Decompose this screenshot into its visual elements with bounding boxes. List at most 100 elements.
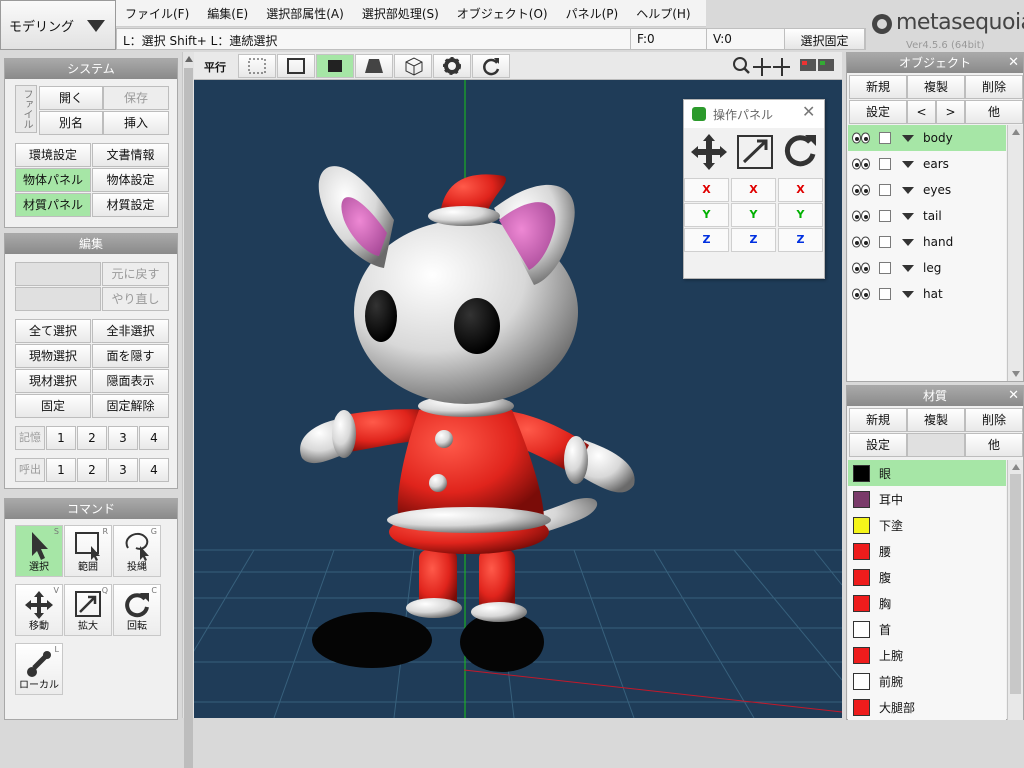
hide-face-button[interactable]: 面を隠す — [92, 344, 169, 368]
undo-button[interactable]: 元に戻す — [102, 262, 169, 286]
material-row[interactable]: 胸 — [848, 590, 1006, 616]
op-rotate-x[interactable]: X — [778, 178, 823, 202]
view-settings-button[interactable] — [433, 54, 471, 78]
open-button[interactable]: 開く — [39, 86, 103, 110]
visibility-eye-icon[interactable] — [852, 184, 870, 196]
visibility-eye-icon[interactable] — [852, 158, 870, 170]
scroll-down-icon[interactable] — [1012, 371, 1020, 377]
visibility-eye-icon[interactable] — [852, 132, 870, 144]
rotate-tool[interactable]: C 回転 — [113, 584, 161, 636]
object-row-body[interactable]: body — [848, 125, 1006, 151]
menu-help[interactable]: ヘルプ(H) — [627, 5, 699, 22]
lock-checkbox[interactable] — [879, 288, 891, 300]
visibility-eye-icon[interactable] — [852, 236, 870, 248]
op-scale-x[interactable]: X — [731, 178, 776, 202]
current-object-select-button[interactable]: 現物選択 — [15, 344, 91, 368]
recall-slot-1[interactable]: 1 — [46, 458, 76, 482]
expand-triangle-icon[interactable] — [902, 187, 914, 194]
material-row[interactable]: 首 — [848, 616, 1006, 642]
expand-triangle-icon[interactable] — [902, 239, 914, 246]
expand-triangle-icon[interactable] — [902, 291, 914, 298]
material-row[interactable]: 前腕 — [848, 668, 1006, 694]
material-row[interactable]: 腹 — [848, 564, 1006, 590]
menu-file[interactable]: ファイル(F) — [116, 5, 198, 22]
material-row[interactable]: 上腕 — [848, 642, 1006, 668]
op-move-button[interactable] — [687, 132, 732, 172]
memory-slot-1[interactable]: 1 — [46, 426, 76, 450]
visibility-eye-icon[interactable] — [852, 210, 870, 222]
mode-select-button[interactable]: モデリング — [0, 0, 116, 50]
object-row-ears[interactable]: ears — [848, 151, 1006, 177]
material-panel-close-icon[interactable]: ✕ — [1008, 388, 1019, 403]
redo-button[interactable]: やり直し — [102, 287, 169, 311]
object-row-leg[interactable]: leg — [848, 255, 1006, 281]
menu-selection-attr[interactable]: 選択部属性(A) — [257, 5, 353, 22]
lock-checkbox[interactable] — [879, 236, 891, 248]
lasso-tool[interactable]: G 投縄 — [113, 525, 161, 577]
material-delete-button[interactable]: 削除 — [965, 408, 1023, 432]
recall-slot-3[interactable]: 3 — [108, 458, 138, 482]
doc-info-button[interactable]: 文書情報 — [92, 143, 169, 167]
object-new-button[interactable]: 新規 — [849, 75, 907, 99]
visibility-eye-icon[interactable] — [852, 262, 870, 274]
recall-slot-2[interactable]: 2 — [77, 458, 107, 482]
object-other-button[interactable]: 他 — [965, 100, 1023, 124]
object-panel-toggle[interactable]: 物体パネル — [15, 168, 91, 192]
view-wire-button[interactable] — [238, 54, 276, 78]
material-list-scrollbar[interactable] — [1007, 460, 1023, 720]
menu-edit[interactable]: 編集(E) — [198, 5, 257, 22]
operation-panel-titlebar[interactable]: 操作パネル ✕ — [684, 100, 824, 128]
material-settings-button[interactable]: 材質設定 — [92, 193, 169, 217]
op-scale-button[interactable] — [733, 132, 778, 172]
object-row-tail[interactable]: tail — [848, 203, 1006, 229]
save-button[interactable]: 保存 — [103, 86, 169, 110]
object-list-scrollbar[interactable] — [1007, 125, 1023, 381]
scroll-up-icon[interactable] — [1012, 129, 1020, 135]
expand-triangle-icon[interactable] — [902, 265, 914, 272]
op-move-z[interactable]: Z — [684, 228, 729, 252]
menu-selection-process[interactable]: 選択部処理(S) — [353, 5, 448, 22]
lock-checkbox[interactable] — [879, 132, 891, 144]
lock-checkbox[interactable] — [879, 184, 891, 196]
op-move-y[interactable]: Y — [684, 203, 729, 227]
fix-button[interactable]: 固定 — [15, 394, 91, 418]
visibility-eye-icon[interactable] — [852, 288, 870, 300]
lock-checkbox[interactable] — [879, 262, 891, 274]
local-tool[interactable]: L ローカル — [15, 643, 63, 695]
op-move-x[interactable]: X — [684, 178, 729, 202]
recall-slot-4[interactable]: 4 — [139, 458, 169, 482]
material-panel-toggle[interactable]: 材質パネル — [15, 193, 91, 217]
left-scroll-thumb[interactable] — [184, 68, 193, 768]
lock-checkbox[interactable] — [879, 210, 891, 222]
object-settings-button[interactable]: 物体設定 — [92, 168, 169, 192]
object-panel-close-icon[interactable]: ✕ — [1008, 55, 1019, 70]
material-row[interactable]: 耳中 — [848, 486, 1006, 512]
select-tool[interactable]: S 選択 — [15, 525, 63, 577]
range-select-tool[interactable]: R 範囲 — [64, 525, 112, 577]
projection-label[interactable]: 平行 — [204, 59, 226, 75]
memory-slot-3[interactable]: 3 — [108, 426, 138, 450]
lock-checkbox[interactable] — [879, 158, 891, 170]
memory-slot-4[interactable]: 4 — [139, 426, 169, 450]
material-row[interactable]: 腰 — [848, 538, 1006, 564]
object-prev-button[interactable]: < — [907, 100, 936, 124]
object-row-eyes[interactable]: eyes — [848, 177, 1006, 203]
close-icon[interactable]: ✕ — [802, 102, 815, 121]
screen-layout-icon[interactable] — [798, 56, 838, 78]
env-settings-button[interactable]: 環境設定 — [15, 143, 91, 167]
op-scale-z[interactable]: Z — [731, 228, 776, 252]
scroll-up-icon[interactable] — [185, 56, 193, 62]
op-scale-y[interactable]: Y — [731, 203, 776, 227]
select-all-button[interactable]: 全て選択 — [15, 319, 91, 343]
left-scrollbar[interactable] — [182, 52, 194, 768]
insert-button[interactable]: 挿入 — [103, 111, 169, 135]
zoom-move-icon[interactable] — [732, 56, 790, 78]
view-frame-button[interactable] — [277, 54, 315, 78]
object-settings-button[interactable]: 設定 — [849, 100, 907, 124]
material-scroll-thumb[interactable] — [1010, 474, 1021, 694]
current-material-select-button[interactable]: 現材選択 — [15, 369, 91, 393]
memory-slot-2[interactable]: 2 — [77, 426, 107, 450]
unfix-button[interactable]: 固定解除 — [92, 394, 169, 418]
view-refresh-button[interactable] — [472, 54, 510, 78]
material-duplicate-button[interactable]: 複製 — [907, 408, 965, 432]
